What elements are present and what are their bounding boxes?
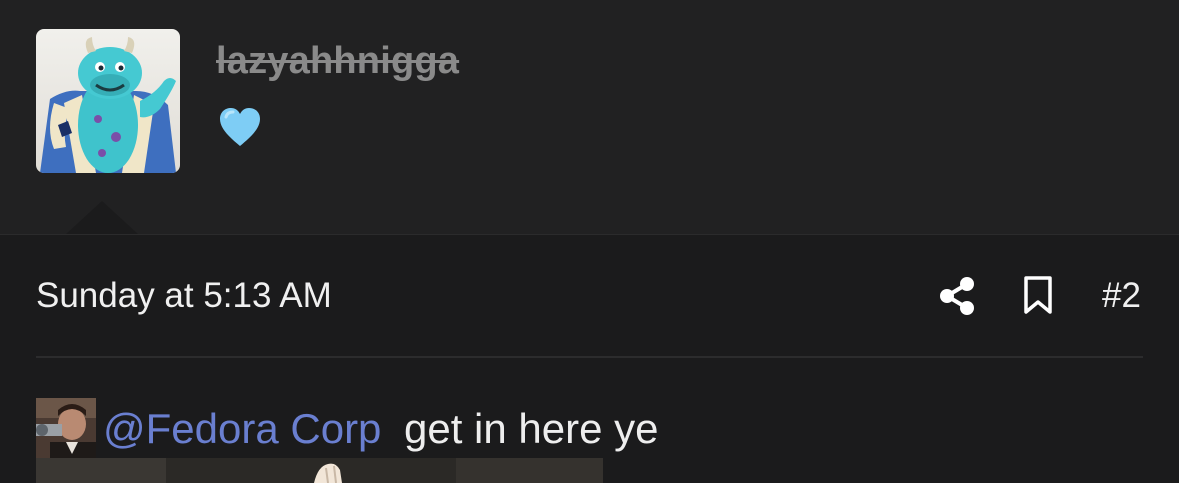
username-link[interactable]: lazyahhnigga [216,40,459,83]
user-avatar[interactable] [36,29,180,173]
post-pointer-notch [65,201,139,235]
post-body-text: get in here ye [404,405,659,452]
post-number-link[interactable]: #2 [1102,276,1141,316]
bookmark-icon[interactable] [1022,275,1054,315]
divider [36,356,1143,358]
user-header: lazyahhnigga [0,0,1179,234]
blue-heart-icon [218,106,262,148]
divider [0,234,1179,235]
person-thumbnail-image [36,398,96,458]
post-timestamp[interactable]: Sunday at 5:13 AM [36,276,332,316]
share-icon[interactable] [938,276,976,316]
post-embedded-image[interactable] [36,458,603,483]
mention-user-avatar[interactable] [36,398,96,458]
monster-avatar-image [40,37,176,173]
user-mention-link[interactable]: @Fedora Corp [103,405,381,453]
